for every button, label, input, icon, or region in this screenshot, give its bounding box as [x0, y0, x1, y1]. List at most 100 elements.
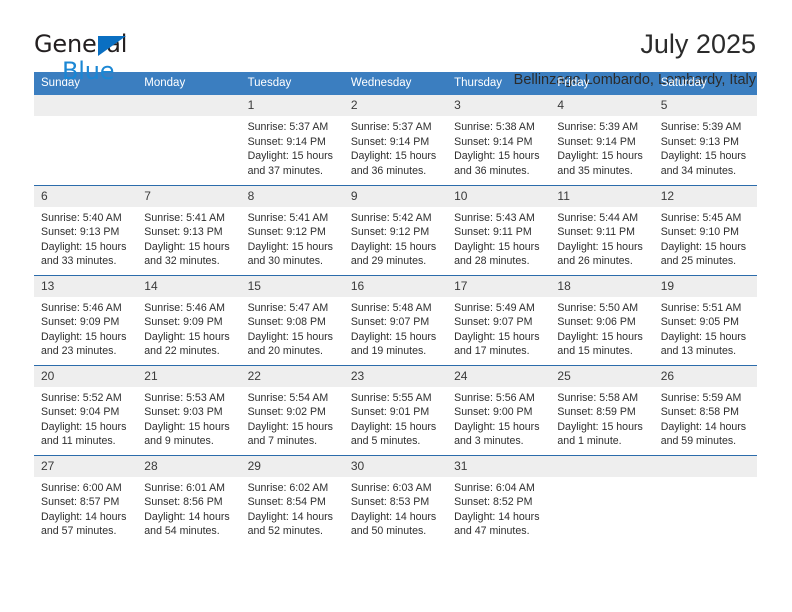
sunset-time: Sunset: 8:59 PM	[557, 406, 636, 419]
sunset-time: Sunset: 9:12 PM	[247, 226, 326, 239]
calendar-day-cell[interactable]: 4 Sunrise: 5:39 AM Sunset: 9:14 PM Daylight…	[550, 95, 654, 185]
calendar-day-cell[interactable]: 18 Sunrise: 5:50 AM Sunset: 9:06 PM Dayligh…	[550, 274, 654, 365]
sunset-time: Sunset: 8:52 PM	[454, 496, 533, 509]
calendar-day-cell[interactable]: 19 Sunrise: 5:51 AM Sunset: 9:05 PM Dayligh…	[653, 274, 757, 365]
sunset-time: Sunset: 9:10 PM	[660, 226, 740, 239]
weekday-header-wednesday: Wednesday	[343, 72, 448, 95]
calendar-day-cell[interactable]: 29 Sunrise: 6:02 AM Sunset: 8:54 PM Dayligh…	[240, 454, 344, 545]
sunrise-time: Sunrise: 5:40 AM	[41, 211, 122, 224]
day-number: 6	[34, 185, 138, 207]
daylight-duration-line1: Daylight: 15 hours	[660, 240, 747, 253]
calendar-day-cell[interactable]: 12 Sunrise: 5:45 AM Sunset: 9:10 PM Dayligh…	[653, 184, 757, 275]
sunset-time: Sunset: 9:02 PM	[247, 406, 326, 419]
sunrise-time: Sunrise: 6:03 AM	[350, 481, 432, 494]
calendar-day-cell[interactable]: 7 Sunrise: 5:41 AM Sunset: 9:13 PM Daylight…	[137, 184, 241, 275]
daylight-duration-line1: Daylight: 15 hours	[144, 240, 230, 253]
calendar-day-cell[interactable]: 8 Sunrise: 5:41 AM Sunset: 9:12 PM Daylight…	[240, 184, 344, 275]
day-number: 30	[343, 455, 448, 477]
empty-day	[550, 455, 654, 545]
day-number: 4	[550, 95, 654, 116]
sunrise-time: Sunrise: 5:52 AM	[41, 391, 122, 404]
daylight-duration-line1: Daylight: 15 hours	[350, 420, 437, 433]
calendar-day-cell[interactable]: 23 Sunrise: 5:55 AM Sunset: 9:01 PM Dayligh…	[343, 364, 448, 455]
day-30: 30 Sunrise: 6:03 AM Sunset: 8:53 PM Dayligh…	[343, 455, 448, 545]
calendar-day-cell[interactable]: 3 Sunrise: 5:38 AM Sunset: 9:14 PM Daylight…	[447, 95, 551, 185]
day-14: 14 Sunrise: 5:46 AM Sunset: 9:09 PM Dayligh…	[137, 275, 241, 365]
sunrise-time: Sunrise: 5:51 AM	[660, 301, 742, 314]
calendar-day-cell[interactable]: 25 Sunrise: 5:58 AM Sunset: 8:59 PM Dayligh…	[550, 364, 654, 455]
calendar-day-cell[interactable]: 21 Sunrise: 5:53 AM Sunset: 9:03 PM Dayligh…	[137, 364, 241, 455]
day-number: 21	[137, 365, 241, 387]
sunset-time: Sunset: 9:14 PM	[247, 135, 326, 148]
calendar-day-cell[interactable]: 13 Sunrise: 5:46 AM Sunset: 9:09 PM Dayligh…	[34, 274, 138, 365]
sunrise-time: Sunrise: 5:59 AM	[660, 391, 742, 404]
calendar-day-cell[interactable]: 11 Sunrise: 5:44 AM Sunset: 9:11 PM Dayligh…	[550, 184, 654, 275]
day-details: Sunrise: 5:44 AM Sunset: 9:11 PM Daylight:…	[550, 207, 653, 269]
daylight-duration-line1: Daylight: 15 hours	[41, 420, 127, 433]
day-1: 1 Sunrise: 5:37 AM Sunset: 9:14 PM Daylight…	[240, 95, 344, 184]
calendar-day-cell[interactable]: 17 Sunrise: 5:49 AM Sunset: 9:07 PM Dayligh…	[447, 274, 551, 365]
day-details: Sunrise: 5:50 AM Sunset: 9:06 PM Daylight:…	[550, 297, 653, 359]
daylight-duration-line2: and 37 minutes.	[247, 164, 323, 177]
sunrise-time: Sunrise: 5:48 AM	[350, 301, 432, 314]
day-number: 5	[653, 95, 757, 116]
calendar-day-cell[interactable]: 5 Sunrise: 5:39 AM Sunset: 9:13 PM Daylight…	[653, 95, 757, 185]
calendar-week-row: 27 Sunrise: 6:00 AM Sunset: 8:57 PM Dayligh…	[34, 454, 757, 545]
calendar-day-cell[interactable]: 24 Sunrise: 5:56 AM Sunset: 9:00 PM Dayligh…	[447, 364, 551, 455]
day-number: 13	[34, 275, 138, 297]
daylight-duration-line2: and 29 minutes.	[350, 255, 427, 268]
sunrise-time: Sunrise: 5:55 AM	[350, 391, 432, 404]
sunset-time: Sunset: 9:14 PM	[454, 135, 533, 148]
calendar-day-cell	[34, 95, 138, 185]
day-number: 23	[343, 365, 448, 387]
day-number: 14	[137, 275, 241, 297]
day-number: 31	[447, 455, 551, 477]
day-number: 15	[240, 275, 344, 297]
calendar-day-cell[interactable]: 16 Sunrise: 5:48 AM Sunset: 9:07 PM Dayligh…	[343, 274, 448, 365]
calendar-day-cell[interactable]: 28 Sunrise: 6:01 AM Sunset: 8:56 PM Dayligh…	[137, 454, 241, 545]
day-details: Sunrise: 5:56 AM Sunset: 9:00 PM Daylight:…	[447, 387, 550, 449]
calendar-day-cell[interactable]: 1 Sunrise: 5:37 AM Sunset: 9:14 PM Daylight…	[240, 95, 344, 185]
day-8: 8 Sunrise: 5:41 AM Sunset: 9:12 PM Daylight…	[240, 185, 344, 275]
day-details: Sunrise: 6:01 AM Sunset: 8:56 PM Daylight:…	[137, 477, 240, 539]
daylight-duration-line2: and 33 minutes.	[41, 255, 117, 268]
day-number: 11	[550, 185, 654, 207]
calendar-day-cell[interactable]: 30 Sunrise: 6:03 AM Sunset: 8:53 PM Dayligh…	[343, 454, 448, 545]
calendar-day-cell[interactable]: 15 Sunrise: 5:47 AM Sunset: 9:08 PM Dayligh…	[240, 274, 344, 365]
day-26: 26 Sunrise: 5:59 AM Sunset: 8:58 PM Dayligh…	[653, 365, 757, 455]
day-number: 1	[240, 95, 344, 116]
sunset-time: Sunset: 9:08 PM	[247, 316, 326, 329]
daylight-duration-line2: and 20 minutes.	[247, 345, 323, 358]
daylight-duration-line1: Daylight: 15 hours	[41, 330, 127, 343]
calendar-day-cell[interactable]: 22 Sunrise: 5:54 AM Sunset: 9:02 PM Dayligh…	[240, 364, 344, 455]
day-details: Sunrise: 5:48 AM Sunset: 9:07 PM Daylight:…	[344, 297, 447, 359]
calendar-day-cell[interactable]: 27 Sunrise: 6:00 AM Sunset: 8:57 PM Dayligh…	[34, 454, 138, 545]
day-10: 10 Sunrise: 5:43 AM Sunset: 9:11 PM Dayligh…	[447, 185, 551, 275]
sunset-time: Sunset: 8:53 PM	[350, 496, 430, 509]
calendar-week-row: 13 Sunrise: 5:46 AM Sunset: 9:09 PM Dayligh…	[34, 274, 757, 365]
sunset-time: Sunset: 9:13 PM	[41, 226, 120, 239]
calendar-body: 1 Sunrise: 5:37 AM Sunset: 9:14 PM Daylight…	[34, 95, 757, 545]
calendar-day-cell[interactable]: 31 Sunrise: 6:04 AM Sunset: 8:52 PM Dayligh…	[447, 454, 551, 545]
daylight-duration-line1: Daylight: 14 hours	[41, 510, 127, 523]
calendar-day-cell[interactable]: 10 Sunrise: 5:43 AM Sunset: 9:11 PM Dayligh…	[447, 184, 551, 275]
calendar-day-cell[interactable]: 9 Sunrise: 5:42 AM Sunset: 9:12 PM Daylight…	[343, 184, 448, 275]
daylight-duration-line1: Daylight: 15 hours	[557, 150, 643, 163]
day-details: Sunrise: 5:54 AM Sunset: 9:02 PM Daylight:…	[241, 387, 344, 449]
general-blue-logo[interactable]: General Blue	[34, 28, 164, 84]
daylight-duration-line2: and 30 minutes.	[247, 255, 323, 268]
daylight-duration-line2: and 5 minutes.	[350, 435, 421, 448]
day-number: 3	[447, 95, 551, 116]
day-6: 6 Sunrise: 5:40 AM Sunset: 9:13 PM Daylight…	[34, 185, 138, 275]
day-number	[34, 95, 138, 116]
sunrise-time: Sunrise: 5:38 AM	[454, 121, 535, 133]
sunset-time: Sunset: 9:12 PM	[350, 226, 430, 239]
calendar-day-cell[interactable]: 26 Sunrise: 5:59 AM Sunset: 8:58 PM Dayligh…	[653, 364, 757, 455]
daylight-duration-line1: Daylight: 15 hours	[557, 330, 643, 343]
day-13: 13 Sunrise: 5:46 AM Sunset: 9:09 PM Dayligh…	[34, 275, 138, 365]
calendar-day-cell[interactable]: 20 Sunrise: 5:52 AM Sunset: 9:04 PM Dayligh…	[34, 364, 138, 455]
calendar-day-cell[interactable]: 2 Sunrise: 5:37 AM Sunset: 9:14 PM Daylight…	[343, 95, 448, 185]
calendar-day-cell[interactable]: 14 Sunrise: 5:46 AM Sunset: 9:09 PM Dayligh…	[137, 274, 241, 365]
calendar-day-cell[interactable]: 6 Sunrise: 5:40 AM Sunset: 9:13 PM Daylight…	[34, 184, 138, 275]
day-number: 2	[343, 95, 448, 116]
